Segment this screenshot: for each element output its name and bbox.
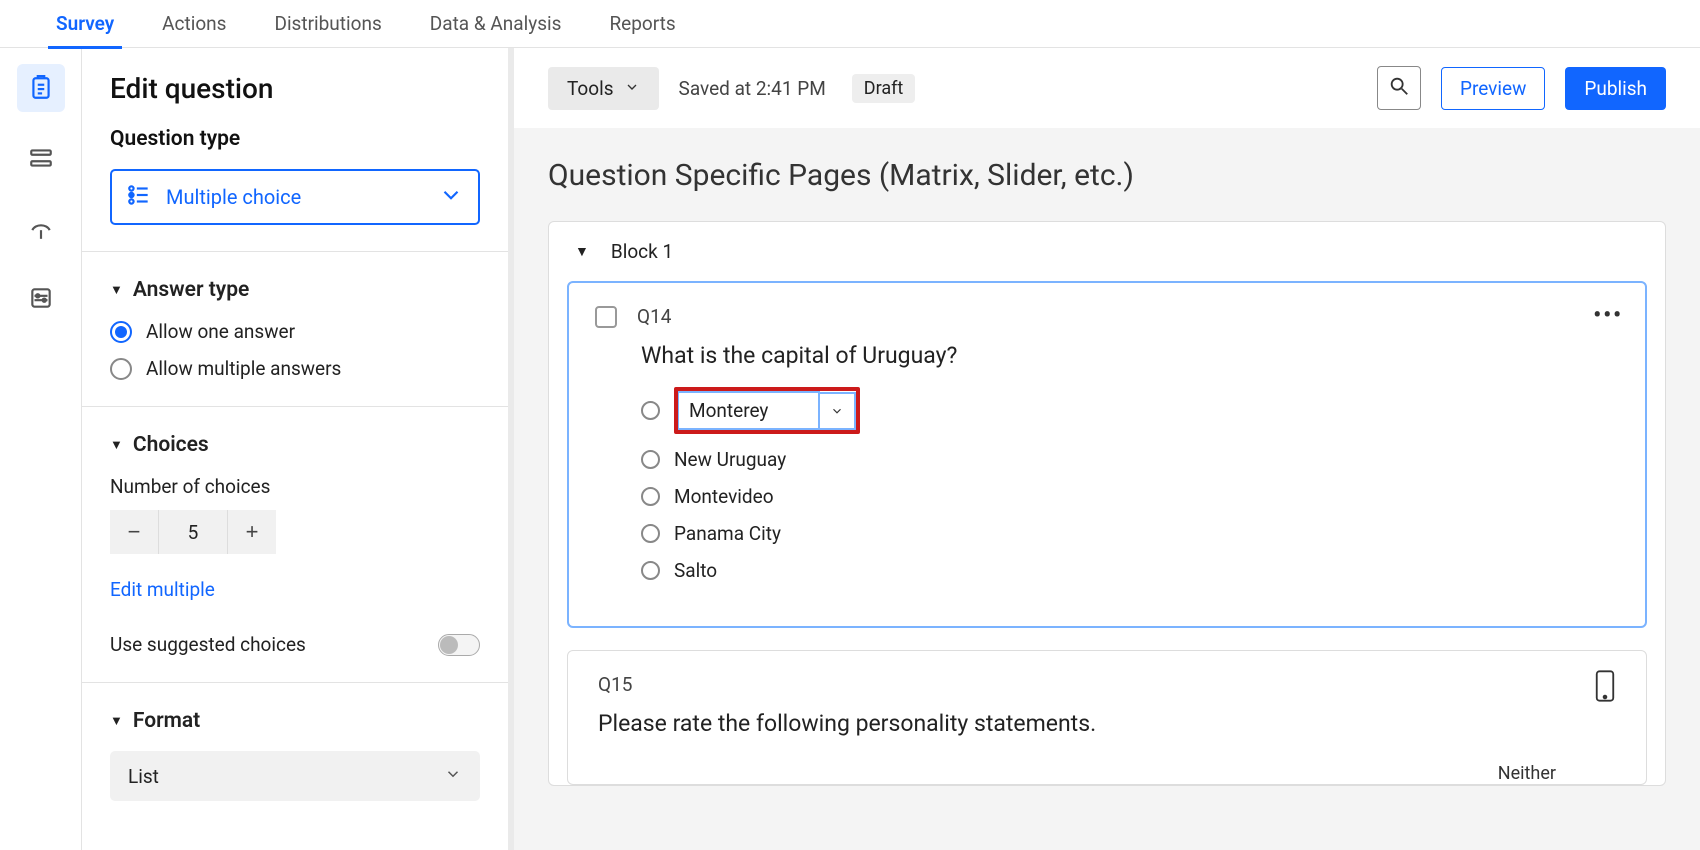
- choices-stepper: − 5 +: [110, 510, 480, 554]
- allow-one-answer-radio[interactable]: Allow one answer: [110, 320, 480, 343]
- page-title: Question Specific Pages (Matrix, Slider,…: [548, 158, 1666, 193]
- choice-row-3[interactable]: Montevideo: [641, 485, 1615, 508]
- choices-title: Choices: [133, 433, 209, 457]
- question-id: Q14: [637, 305, 671, 328]
- caret-down-icon: ▼: [110, 713, 123, 729]
- choice-edit-highlight: Monterey: [674, 387, 860, 434]
- stepper-minus-button[interactable]: −: [110, 510, 158, 554]
- radio-selected-icon: [110, 321, 132, 343]
- number-of-choices-label: Number of choices: [110, 475, 480, 498]
- device-preview-button[interactable]: [1594, 669, 1616, 707]
- search-button[interactable]: [1377, 66, 1421, 110]
- chevron-down-icon: [438, 182, 464, 213]
- use-suggested-label: Use suggested choices: [110, 633, 306, 656]
- caret-down-icon: ▼: [110, 282, 123, 298]
- choice-edit-input[interactable]: Monterey: [678, 391, 820, 430]
- choice-label: New Uruguay: [674, 448, 786, 471]
- question-type-select[interactable]: Multiple choice: [110, 169, 480, 225]
- allow-one-answer-label: Allow one answer: [146, 320, 295, 343]
- edit-multiple-link[interactable]: Edit multiple: [110, 578, 215, 601]
- question-text[interactable]: What is the capital of Uruguay?: [641, 342, 1615, 369]
- choice-row-2[interactable]: New Uruguay: [641, 448, 1615, 471]
- block-caret-icon[interactable]: ▼: [575, 243, 589, 260]
- tools-button[interactable]: Tools: [548, 67, 659, 110]
- format-value: List: [128, 765, 159, 788]
- question-id: Q15: [598, 673, 1616, 696]
- question-type-label: Question type: [110, 127, 480, 151]
- format-section[interactable]: ▼ Format: [110, 709, 480, 733]
- rail-flow-icon[interactable]: [17, 134, 65, 182]
- caret-down-icon: ▼: [110, 437, 123, 453]
- choice-radio-icon: [641, 487, 660, 506]
- draft-badge: Draft: [852, 74, 916, 103]
- choice-radio-icon: [641, 561, 660, 580]
- rail-look-icon[interactable]: [17, 204, 65, 252]
- search-icon: [1388, 75, 1410, 101]
- canvas: Tools Saved at 2:41 PM Draft Preview Pub…: [514, 48, 1700, 850]
- question-card-q14[interactable]: Q14 ••• What is the capital of Uruguay? …: [567, 281, 1647, 628]
- chevron-down-icon: [444, 765, 462, 788]
- canvas-toolbar: Tools Saved at 2:41 PM Draft Preview Pub…: [514, 48, 1700, 128]
- choice-label: Panama City: [674, 522, 781, 545]
- answer-type-title: Answer type: [133, 278, 249, 302]
- stepper-value: 5: [158, 510, 228, 554]
- question-checkbox[interactable]: [595, 306, 617, 328]
- left-rail: [0, 48, 82, 850]
- publish-button[interactable]: Publish: [1565, 67, 1666, 110]
- tools-label: Tools: [567, 77, 614, 100]
- radio-unselected-icon: [110, 358, 132, 380]
- allow-multiple-answers-radio[interactable]: Allow multiple answers: [110, 357, 480, 380]
- use-suggested-toggle[interactable]: [438, 634, 480, 656]
- tab-distributions[interactable]: Distributions: [250, 0, 405, 48]
- choice-radio-icon: [641, 401, 660, 420]
- tab-data-analysis[interactable]: Data & Analysis: [406, 0, 586, 48]
- tab-actions[interactable]: Actions: [138, 0, 250, 48]
- stepper-plus-button[interactable]: +: [228, 510, 276, 554]
- rail-builder-icon[interactable]: [17, 64, 65, 112]
- question-type-value: Multiple choice: [166, 185, 301, 209]
- answer-type-section[interactable]: ▼ Answer type: [110, 278, 480, 302]
- choice-dropdown-button[interactable]: [820, 392, 856, 430]
- choice-row-4[interactable]: Panama City: [641, 522, 1615, 545]
- choice-label: Montevideo: [674, 485, 774, 508]
- block-title[interactable]: Block 1: [611, 240, 673, 263]
- question-card-q15[interactable]: Q15 Please rate the following personalit…: [567, 650, 1647, 785]
- choice-label: Salto: [674, 559, 717, 582]
- rail-options-icon[interactable]: [17, 274, 65, 322]
- choice-row-5[interactable]: Salto: [641, 559, 1615, 582]
- format-select[interactable]: List: [110, 751, 480, 801]
- chevron-down-icon: [624, 77, 640, 100]
- choice-row-1[interactable]: Monterey: [641, 387, 1615, 434]
- edit-panel-title: Edit question: [110, 72, 480, 105]
- choice-radio-icon: [641, 450, 660, 469]
- top-nav: Survey Actions Distributions Data & Anal…: [0, 0, 1700, 48]
- tab-survey[interactable]: Survey: [32, 0, 138, 48]
- question-actions-button[interactable]: •••: [1593, 303, 1623, 328]
- choices-section[interactable]: ▼ Choices: [110, 433, 480, 457]
- question-text[interactable]: Please rate the following personality st…: [598, 710, 1616, 737]
- matrix-column-header: Neither: [598, 737, 1616, 784]
- saved-status: Saved at 2:41 PM: [679, 77, 826, 100]
- block: ▼ Block 1 Q14 ••• What is the capital of…: [548, 221, 1666, 786]
- allow-multiple-answers-label: Allow multiple answers: [146, 357, 341, 380]
- mobile-icon: [1594, 688, 1616, 707]
- tab-reports[interactable]: Reports: [585, 0, 699, 48]
- multiple-choice-icon: [126, 182, 152, 213]
- edit-panel: Edit question Question type Multiple cho…: [82, 48, 514, 850]
- format-title: Format: [133, 709, 200, 733]
- preview-button[interactable]: Preview: [1441, 67, 1545, 110]
- choice-radio-icon: [641, 524, 660, 543]
